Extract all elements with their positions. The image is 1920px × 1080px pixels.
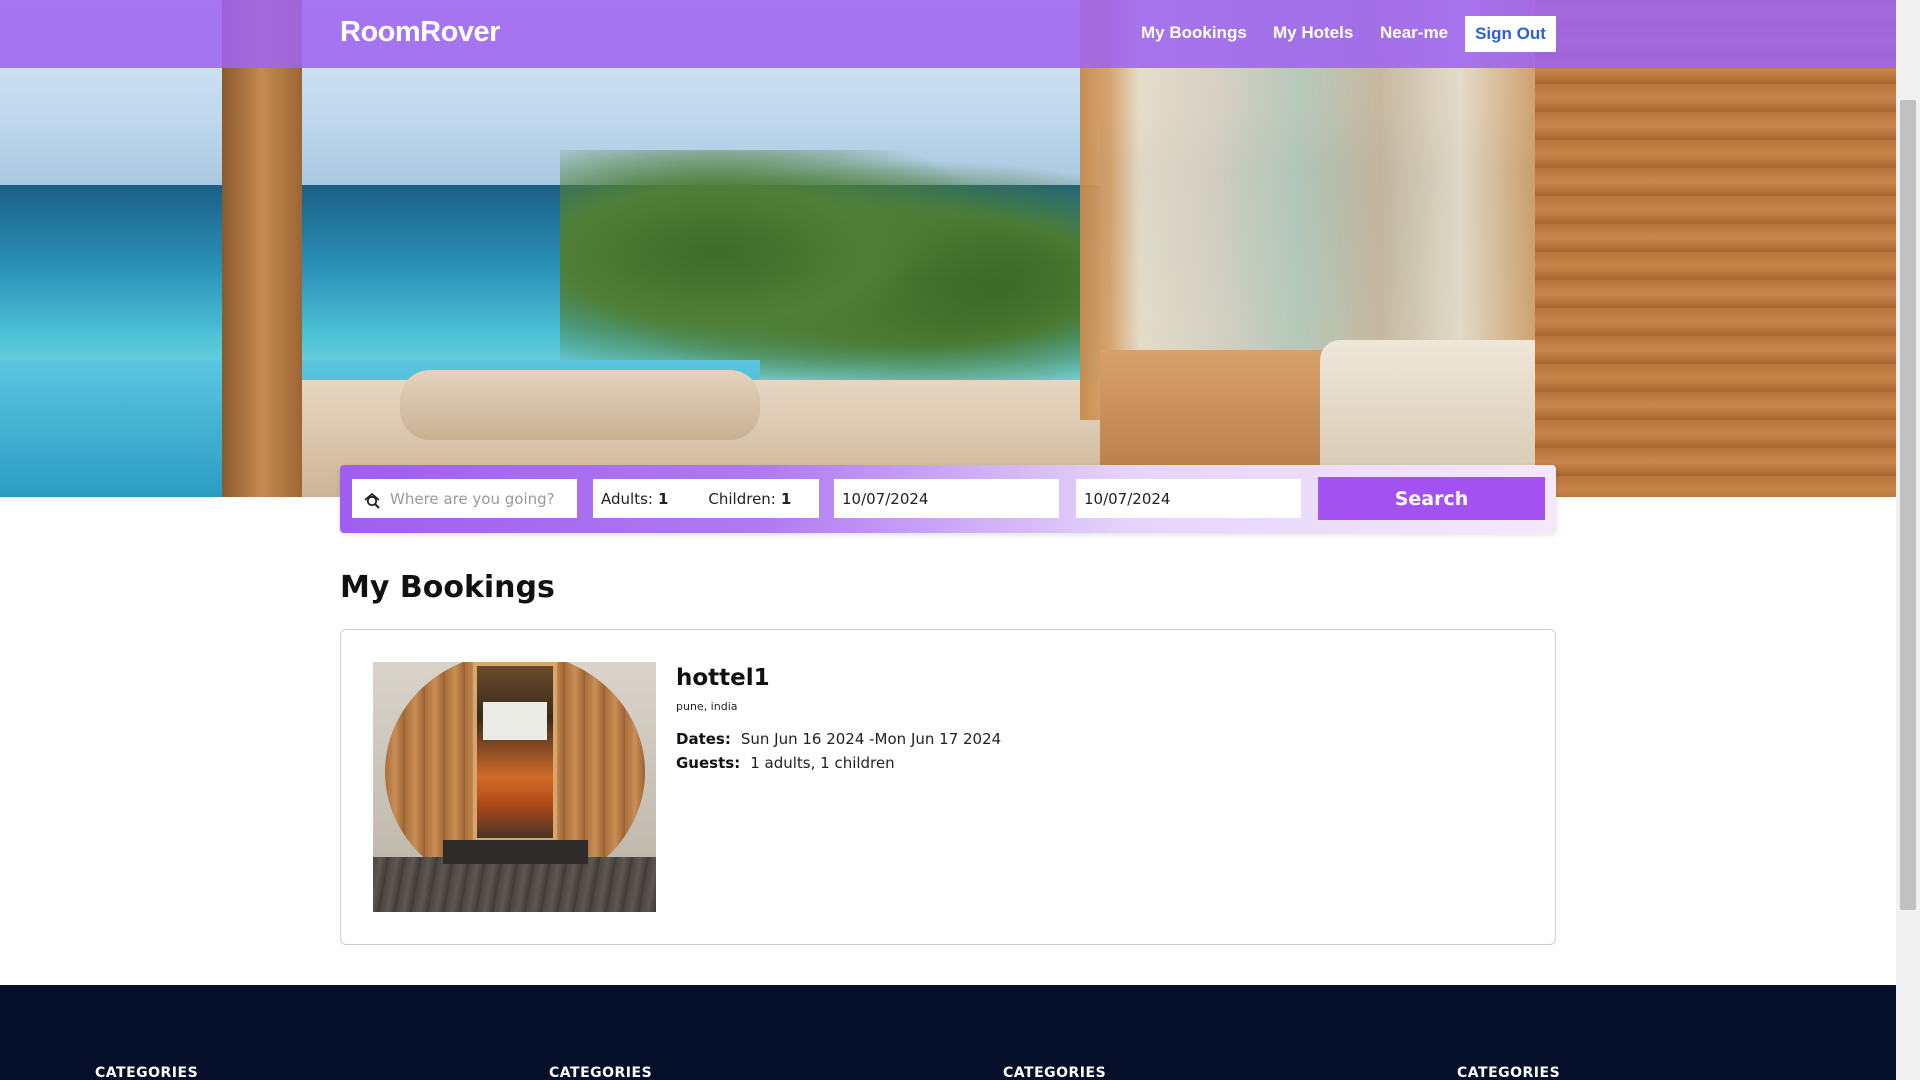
booking-dates-row: Dates: Sun Jun 16 2024 -Mon Jun 17 2024 (676, 730, 1001, 748)
adults-label: Adults: (601, 489, 653, 508)
destination-field[interactable] (352, 479, 577, 518)
page-title: My Bookings (340, 570, 555, 605)
booking-guests-row: Guests: 1 adults, 1 children (676, 754, 895, 772)
guests-field[interactable]: Adults: 1 Children: 1 (593, 479, 819, 518)
footer-heading-2: CATEGORIES (549, 1065, 653, 1080)
nav-my-bookings[interactable]: My Bookings (1141, 23, 1247, 43)
adults-value: 1 (657, 489, 669, 508)
destination-input[interactable] (390, 489, 570, 508)
search-button[interactable]: Search (1318, 477, 1545, 520)
dates-label: Dates: (676, 730, 731, 748)
thumb-door (473, 662, 557, 842)
sign-out-button[interactable]: Sign Out (1465, 16, 1556, 52)
children-counter[interactable]: Children: 1 (708, 490, 791, 508)
thumb-window (483, 702, 547, 740)
guests-value: 1 adults, 1 children (750, 754, 895, 772)
footer-heading-1: CATEGORIES (95, 1065, 199, 1080)
check-in-date-input[interactable]: 10/07/2024 (834, 479, 1059, 518)
booking-card: hottel1 pune, india Dates: Sun Jun 16 20… (340, 629, 1556, 945)
search-bar: Adults: 1 Children: 1 10/07/2024 10/07/2… (340, 465, 1556, 533)
hero-daybed (400, 370, 760, 440)
hero-pillar (222, 0, 302, 497)
nav-my-hotels[interactable]: My Hotels (1273, 23, 1353, 43)
footer-heading-4: CATEGORIES (1457, 1065, 1561, 1080)
hotel-thumbnail-image (373, 662, 656, 912)
top-navbar: RoomRover My Bookings My Hotels Near-me … (0, 0, 1896, 68)
children-label: Children: (708, 489, 776, 508)
children-value: 1 (780, 489, 792, 508)
hotel-location: pune, india (676, 700, 738, 713)
footer-heading-3: CATEGORIES (1003, 1065, 1107, 1080)
dates-value: Sun Jun 16 2024 -Mon Jun 17 2024 (740, 730, 1002, 748)
hero-banner-image (0, 0, 1896, 497)
nav-near-me[interactable]: Near-me (1380, 23, 1448, 43)
guests-label: Guests: (676, 754, 741, 772)
hotel-name: hottel1 (676, 665, 770, 691)
hotel-search-icon (364, 492, 380, 509)
site-footer: CATEGORIES CATEGORIES CATEGORIES CATEGOR… (0, 985, 1896, 1080)
check-out-date-input[interactable]: 10/07/2024 (1076, 479, 1301, 518)
adults-counter[interactable]: Adults: 1 (601, 490, 668, 508)
brand-logo[interactable]: RoomRover (340, 16, 500, 49)
scrollbar-thumb[interactable] (1900, 100, 1916, 910)
thumb-floor (373, 857, 656, 912)
thumb-base (443, 840, 588, 864)
hero-wood-wall (1535, 0, 1896, 497)
